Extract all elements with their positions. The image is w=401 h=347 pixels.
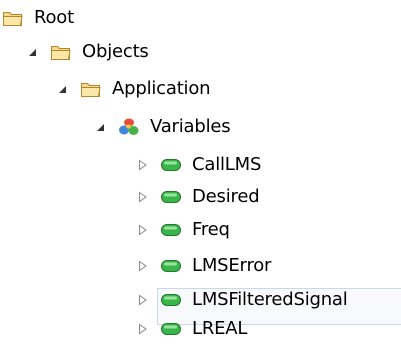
collapse-arrow-icon (97, 124, 104, 131)
tree-node-variable[interactable]: LMSFilteredSignal (136, 284, 348, 316)
expander-expanded[interactable] (26, 42, 50, 62)
expander-collapsed[interactable] (136, 220, 160, 240)
tree-node-objects[interactable]: Objects (26, 36, 149, 68)
expander-collapsed[interactable] (136, 256, 160, 276)
tree-node-variable[interactable]: LMSError (136, 250, 271, 282)
folder-icon (2, 8, 24, 28)
tree-node-label: Objects (82, 41, 149, 62)
tree-node-label: LMSFilteredSignal (192, 289, 348, 310)
variable-icon (160, 290, 182, 310)
expander-collapsed[interactable] (136, 187, 160, 207)
object-tree: Root Objects Application Variables CallL… (0, 0, 401, 347)
expand-arrow-icon (139, 294, 147, 306)
collapse-arrow-icon (59, 86, 66, 93)
expand-arrow-icon (139, 323, 147, 335)
tree-node-variable-selected[interactable]: LREAL (136, 313, 247, 345)
variable-icon (160, 220, 182, 240)
tree-node-label: Freq (192, 219, 230, 240)
expander-expanded[interactable] (94, 117, 118, 137)
variable-icon (160, 256, 182, 276)
tree-node-variable[interactable]: CallLMS (136, 149, 261, 181)
tree-node-label: Variables (150, 116, 231, 137)
tree-node-variables[interactable]: Variables (94, 111, 231, 143)
folder-icon (50, 42, 72, 62)
variable-icon (160, 187, 182, 207)
tree-node-variable[interactable]: Desired (136, 181, 260, 213)
tree-node-label: Application (112, 78, 211, 99)
variable-icon (160, 319, 182, 339)
tree-node-label: Root (34, 7, 74, 28)
expand-arrow-icon (139, 191, 147, 203)
tree-node-application[interactable]: Application (56, 73, 211, 105)
expand-arrow-icon (139, 159, 147, 171)
tree-node-root[interactable]: Root (2, 2, 74, 34)
collapse-arrow-icon (29, 49, 36, 56)
expander-collapsed[interactable] (136, 155, 160, 175)
expander-collapsed[interactable] (136, 290, 160, 310)
folder-icon (80, 79, 102, 99)
tree-node-label: LREAL (192, 318, 248, 339)
variable-icon (160, 155, 182, 175)
expand-arrow-icon (139, 260, 147, 272)
expander-collapsed[interactable] (136, 319, 160, 339)
tree-node-label: Desired (192, 186, 260, 207)
tree-node-label: LMSError (192, 255, 272, 276)
tree-node-label: CallLMS (192, 154, 262, 175)
tree-node-variable[interactable]: Freq (136, 214, 230, 246)
expand-arrow-icon (139, 224, 147, 236)
variables-icon (118, 117, 140, 137)
expander-expanded[interactable] (56, 79, 80, 99)
